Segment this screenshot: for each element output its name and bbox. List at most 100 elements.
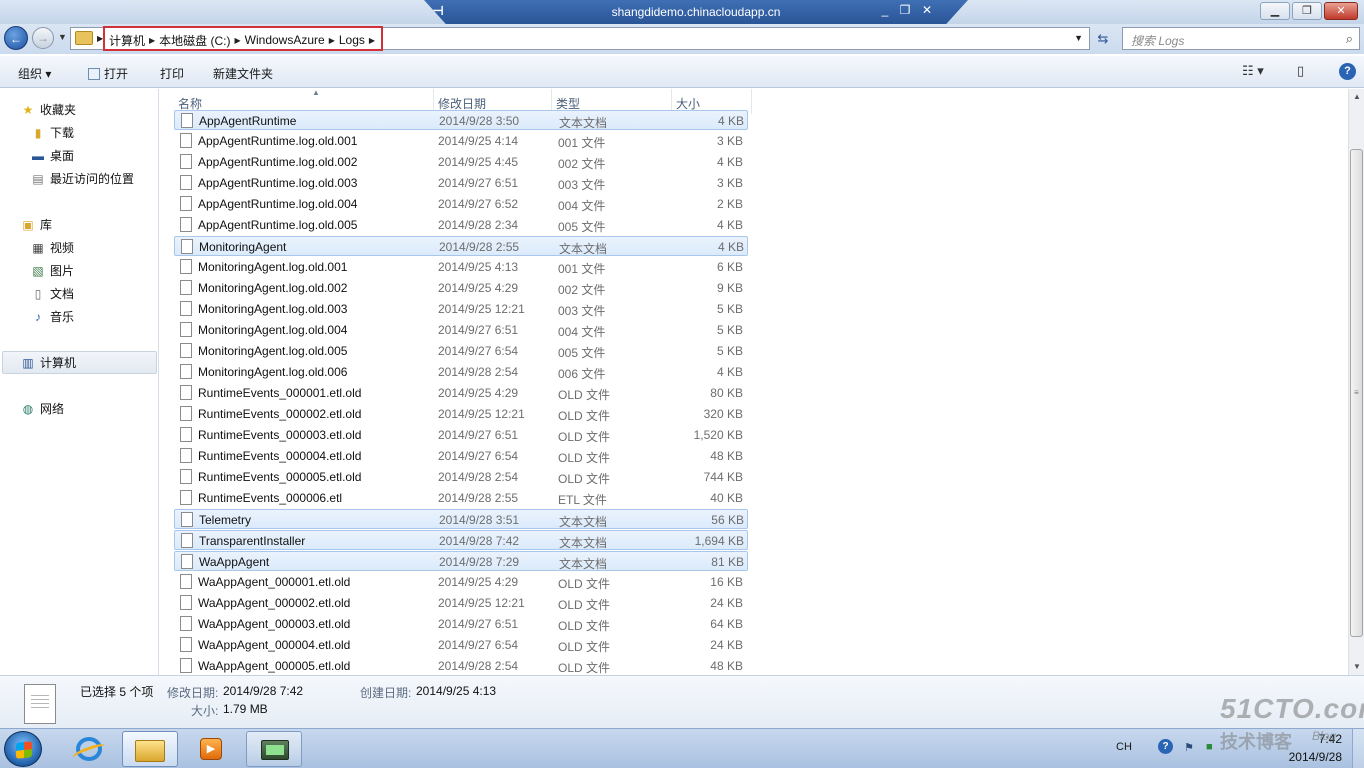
nav-pictures[interactable]: ▧ 图片 — [30, 262, 74, 279]
file-row[interactable]: WaAppAgent_000004.etl.old 2014/9/27 6:54 O… — [174, 635, 748, 655]
view-options-icon[interactable]: ☷ ▾ — [1242, 63, 1264, 79]
file-row[interactable]: MonitoringAgent.log.old.005 2014/9/27 6:5… — [174, 341, 748, 361]
file-row[interactable]: RuntimeEvents_000002.etl.old 2014/9/25 12… — [174, 404, 748, 424]
file-row[interactable]: MonitoringAgent.log.old.004 2014/9/27 6:5… — [174, 320, 748, 340]
back-button[interactable]: ← — [4, 26, 28, 50]
network-status-icon[interactable]: ■ — [1206, 741, 1213, 753]
open-button[interactable]: 打开 — [88, 65, 128, 82]
size-label: 大小: — [191, 704, 219, 718]
taskbar-ie-button[interactable] — [62, 731, 118, 767]
address-dropdown-icon[interactable]: ▼ — [1074, 33, 1083, 43]
nav-recent-label: 最近访问的位置 — [50, 172, 135, 186]
file-row[interactable]: WaAppAgent_000003.etl.old 2014/9/27 6:51 O… — [174, 614, 748, 634]
search-icon[interactable]: ⌕ — [1346, 31, 1353, 47]
recent-pages-dropdown[interactable]: ▼ — [58, 32, 67, 42]
nav-downloads[interactable]: ▮ 下载 — [30, 124, 74, 141]
file-size: 5 KB — [716, 344, 743, 358]
file-row[interactable]: RuntimeEvents_000005.etl.old 2014/9/28 2:… — [174, 467, 748, 487]
print-button[interactable]: 打印 — [160, 65, 184, 82]
scroll-up-icon[interactable]: ▲ — [1349, 89, 1364, 105]
file-row[interactable]: AppAgentRuntime.log.old.003 2014/9/27 6:5… — [174, 173, 748, 193]
file-row[interactable]: WaAppAgent_000002.etl.old 2014/9/25 12:21… — [174, 593, 748, 613]
refresh-button[interactable]: ⇆ — [1092, 28, 1114, 50]
nav-recent[interactable]: ▤ 最近访问的位置 — [30, 170, 134, 187]
file-row[interactable]: AppAgentRuntime.log.old.002 2014/9/25 4:4… — [174, 152, 748, 172]
nav-libraries[interactable]: ▣ 库 — [20, 216, 52, 233]
nav-music[interactable]: ♪ 音乐 — [30, 308, 74, 325]
forward-button[interactable]: → — [32, 27, 54, 49]
file-row[interactable]: AppAgentRuntime 2014/9/28 3:50 文本文档 4 KB — [174, 110, 748, 130]
chevron-right-icon[interactable]: ▶ — [329, 36, 335, 45]
nav-network[interactable]: ◍ 网络 — [20, 400, 64, 417]
rdp-minimize-button[interactable]: _ — [876, 3, 894, 17]
close-button[interactable]: ✕ — [1324, 2, 1358, 20]
nav-favorites[interactable]: ★ 收藏夹 — [20, 101, 76, 118]
file-row[interactable]: MonitoringAgent.log.old.006 2014/9/28 2:5… — [174, 362, 748, 382]
file-row[interactable]: RuntimeEvents_000006.etl 2014/9/28 2:55 ET… — [174, 488, 748, 508]
nav-libraries-label: 库 — [40, 218, 53, 232]
file-row[interactable]: RuntimeEvents_000001.etl.old 2014/9/25 4:… — [174, 383, 748, 403]
language-indicator[interactable]: CH — [1116, 741, 1132, 753]
start-button[interactable] — [4, 731, 42, 767]
file-row[interactable]: WaAppAgent_000001.etl.old 2014/9/25 4:29 O… — [174, 572, 748, 592]
breadcrumb-computer[interactable]: 计算机 — [109, 32, 145, 49]
file-name: AppAgentRuntime.log.old.003 — [198, 176, 358, 190]
file-row[interactable]: TransparentInstaller 2014/9/28 7:42 文本文档 1,… — [174, 530, 748, 550]
help-icon[interactable]: ? — [1339, 63, 1356, 80]
address-bar[interactable]: ▶ 计算机 ▶ 本地磁盘 (C:) ▶ WindowsAzure ▶ Logs … — [70, 26, 1090, 51]
open-button-label: 打开 — [104, 67, 129, 81]
breadcrumb-local-disk[interactable]: 本地磁盘 (C:) — [159, 32, 230, 49]
file-row[interactable]: MonitoringAgent.log.old.001 2014/9/25 4:1… — [174, 257, 748, 277]
tray-flag-icon[interactable]: ⚑ — [1184, 741, 1194, 754]
file-size: 80 KB — [710, 386, 743, 400]
nav-videos[interactable]: ▦ 视频 — [30, 239, 74, 256]
computer-icon: ▥ — [22, 356, 34, 370]
rdp-close-button[interactable]: ✕ — [918, 3, 936, 17]
file-date: 2014/9/27 6:51 — [438, 428, 519, 442]
file-row[interactable]: RuntimeEvents_000003.etl.old 2014/9/27 6:… — [174, 425, 748, 445]
file-type: ETL 文件 — [558, 493, 607, 507]
taskbar-explorer-button[interactable] — [122, 731, 178, 767]
minimize-button[interactable]: ▁ — [1260, 2, 1290, 20]
file-row[interactable]: AppAgentRuntime.log.old.001 2014/9/25 4:1… — [174, 131, 748, 151]
vertical-scrollbar[interactable]: ▲ ≡ ▼ — [1348, 89, 1364, 675]
chevron-right-icon[interactable]: ▶ — [369, 36, 375, 45]
breadcrumb-logs[interactable]: Logs — [339, 33, 365, 47]
video-icon: ▦ — [32, 241, 44, 255]
breadcrumb: 计算机 ▶ 本地磁盘 (C:) ▶ WindowsAzure ▶ Logs ▶ — [103, 26, 384, 51]
show-desktop-button[interactable] — [1352, 729, 1364, 768]
file-row[interactable]: MonitoringAgent.log.old.003 2014/9/25 12:… — [174, 299, 748, 319]
organize-button[interactable]: 组织 ▾ — [18, 65, 51, 82]
search-input[interactable]: 搜索 Logs ⌕ — [1122, 27, 1360, 50]
file-row[interactable]: Telemetry 2014/9/28 3:51 文本文档 56 KB — [174, 509, 748, 529]
breadcrumb-windowsazure[interactable]: WindowsAzure — [245, 33, 325, 47]
file-type: OLD 文件 — [558, 451, 611, 465]
file-row[interactable]: WaAppAgent_000005.etl.old 2014/9/28 2:54 O… — [174, 656, 748, 675]
file-row[interactable]: MonitoringAgent 2014/9/28 2:55 文本文档 4 KB — [174, 236, 748, 256]
file-row[interactable]: MonitoringAgent.log.old.002 2014/9/25 4:2… — [174, 278, 748, 298]
file-row[interactable]: RuntimeEvents_000004.etl.old 2014/9/27 6:… — [174, 446, 748, 466]
nav-videos-label: 视频 — [50, 241, 75, 255]
file-type: 文本文档 — [559, 116, 608, 130]
taskbar-media-player-button[interactable]: ▶ — [184, 731, 240, 767]
chevron-right-icon[interactable]: ▶ — [235, 36, 241, 45]
nav-computer[interactable]: ▥ 计算机 — [20, 354, 76, 371]
preview-pane-icon[interactable]: ▯ — [1297, 63, 1304, 79]
tray-help-icon[interactable]: ? — [1158, 739, 1173, 754]
nav-favorites-label: 收藏夹 — [40, 103, 77, 117]
scrollbar-thumb[interactable]: ≡ — [1350, 149, 1363, 637]
maximize-button[interactable]: ❐ — [1292, 2, 1322, 20]
scroll-down-icon[interactable]: ▼ — [1349, 659, 1364, 675]
new-folder-button[interactable]: 新建文件夹 — [213, 65, 273, 82]
nav-music-label: 音乐 — [50, 310, 75, 324]
text-file-icon — [180, 616, 192, 631]
file-row[interactable]: WaAppAgent 2014/9/28 7:29 文本文档 81 KB — [174, 551, 748, 571]
created-label: 创建日期: — [360, 686, 412, 700]
file-row[interactable]: AppAgentRuntime.log.old.005 2014/9/28 2:3… — [174, 215, 748, 235]
file-row[interactable]: AppAgentRuntime.log.old.004 2014/9/27 6:5… — [174, 194, 748, 214]
nav-documents[interactable]: ▯ 文档 — [30, 285, 74, 302]
nav-desktop[interactable]: ▬ 桌面 — [30, 147, 74, 164]
rdp-restore-button[interactable]: ❐ — [896, 3, 914, 17]
chevron-right-icon[interactable]: ▶ — [149, 36, 155, 45]
taskbar-server-manager-button[interactable] — [246, 731, 302, 767]
